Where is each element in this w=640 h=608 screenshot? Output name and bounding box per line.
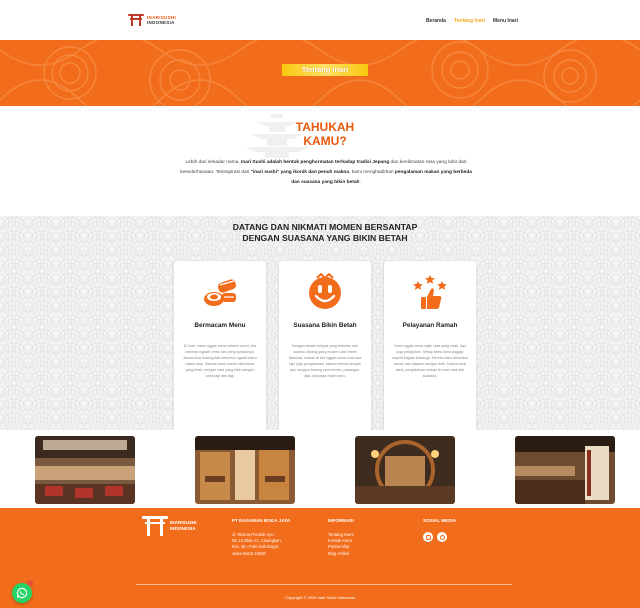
feature-description: Dengan desain tempat yang kekinian dan n… <box>288 344 362 378</box>
footer-company: PT NASAMAN BOGA JAYA Jl. Wisma Pondok Ay… <box>232 518 290 557</box>
footer-company-heading: PT NASAMAN BOGA JAYA <box>232 518 291 523</box>
feature-title: Suasana Bikin Betah <box>293 322 357 329</box>
intro-section: TAHUKAH KAMU? Lebih dari sekadar nama, I… <box>0 106 640 216</box>
restaurant-photo-1[interactable] <box>35 436 135 504</box>
feature-title: Pelayanan Ramah <box>402 322 458 329</box>
intro-heading: TAHUKAH KAMU? <box>295 120 355 148</box>
feature-title: Bermacam Menu <box>194 322 246 329</box>
footer-info: INFORMASI Tentang Kami Kontak Kami Partn… <box>328 518 354 557</box>
address-line: Jawa Barat 16930 <box>232 550 266 556</box>
restaurant-photo-4[interactable] <box>515 436 615 504</box>
copyright: Copyright © 2025 Inari Sushi Indonesia <box>285 595 355 600</box>
feature-description: Di Inari, kamu nggak cuma ketemu sushi, … <box>182 344 258 378</box>
footer-info-heading: INFORMASI <box>328 518 354 523</box>
brand-logo[interactable]: INARISUSHI INDONESIA <box>128 14 176 26</box>
torii-gate-icon <box>142 516 168 536</box>
restaurant-photo-2[interactable] <box>195 436 295 504</box>
features-section: DATANG DAN NIKMATI MOMEN BERSANTAP DENGA… <box>0 216 640 430</box>
instagram-icon[interactable] <box>423 532 433 542</box>
intro-paragraph: Lebih dari sekadar nama, Inari Sushi ada… <box>180 160 472 185</box>
torii-gate-icon <box>128 14 144 26</box>
notification-badge <box>27 580 33 586</box>
features-heading: DATANG DAN NIKMATI MOMEN BERSANTAP DENGA… <box>232 222 418 243</box>
photo-gallery <box>0 430 640 508</box>
navbar: INARISUSHI INDONESIA Beranda Tentang Ina… <box>0 0 640 40</box>
sushi-icon <box>204 279 237 306</box>
nav-item-beranda[interactable]: Beranda <box>426 18 446 24</box>
hero-title: Tentang Inari <box>282 64 368 76</box>
whatsapp-button[interactable] <box>12 583 32 603</box>
rating-icon <box>413 275 447 309</box>
smiley-icon <box>309 273 341 309</box>
feature-card-menu: Bermacam Menu Di Inari, kamu nggak cuma … <box>174 261 266 430</box>
whatsapp-icon <box>16 587 28 599</box>
feature-description: Kami nggak cuma sajiin rasa yang enak, t… <box>392 344 468 378</box>
footer-social: SOSIAL MEDIA <box>423 518 456 542</box>
footer: INARISUSHI INDONESIA PT NASAMAN BOGA JAY… <box>0 508 640 608</box>
feature-card-pelayanan: Pelayanan Ramah Kami nggak cuma sajiin r… <box>384 261 476 430</box>
restaurant-photo-3[interactable] <box>355 436 455 504</box>
footer-link-blog-artikel[interactable]: Blog Artikel <box>328 551 354 557</box>
nav-menu: Beranda Tentang Inari Menu Inari <box>426 18 518 24</box>
nav-item-menu-inari[interactable]: Menu Inari <box>493 18 518 24</box>
footer-divider <box>136 584 512 585</box>
footer-logo-line-2: INDONESIA <box>170 526 196 531</box>
nav-item-tentang-inari[interactable]: Tentang Inari <box>454 18 485 24</box>
logo-line-2: INDONESIA <box>147 20 175 25</box>
footer-social-heading: SOSIAL MEDIA <box>423 518 457 523</box>
feature-card-suasana: Suasana Bikin Betah Dengan desain tempat… <box>279 261 371 430</box>
tiktok-icon[interactable] <box>437 532 447 542</box>
